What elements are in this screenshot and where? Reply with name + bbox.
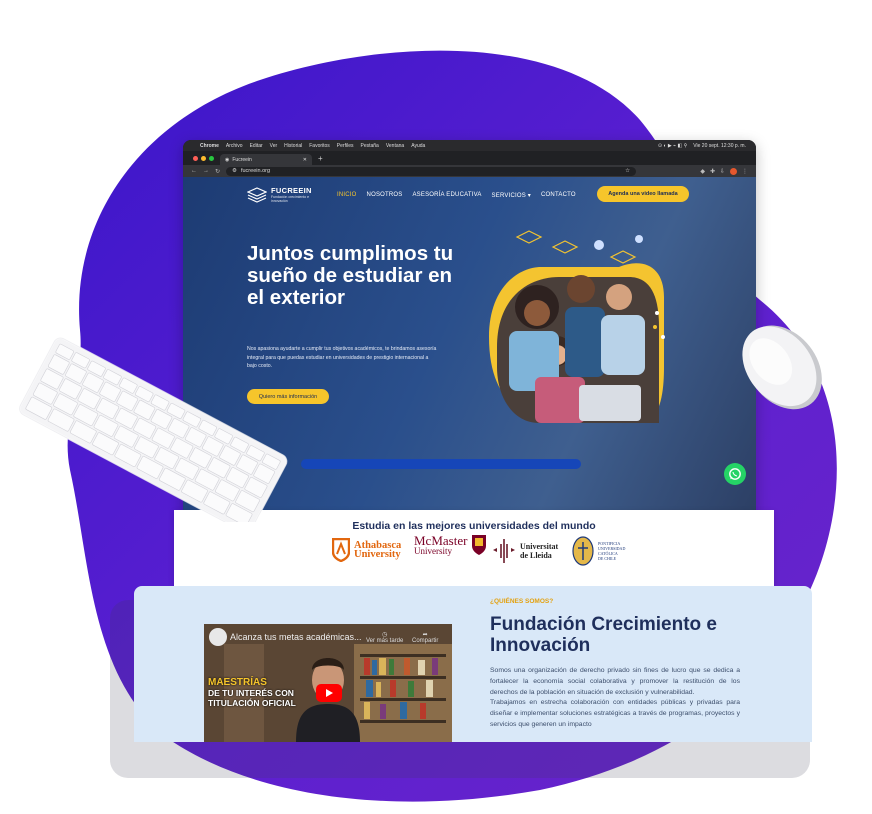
catolica-line4: DE CHILE: [598, 556, 617, 561]
reload-icon[interactable]: ↻: [215, 168, 220, 175]
about-kicker: ¿QUIÉNES SOMOS?: [490, 598, 554, 605]
athabasca-line2: University: [354, 549, 401, 560]
athabasca-shield-icon: [332, 538, 350, 562]
lleida-line1: Universitat: [520, 542, 559, 551]
nav-servicios[interactable]: SERVICIOS ▾: [492, 192, 531, 199]
menu-perfiles[interactable]: Perfiles: [337, 143, 354, 149]
new-tab-icon[interactable]: +: [318, 154, 323, 163]
menu-clock[interactable]: Vie 20 sept. 12:30 p. m.: [693, 143, 746, 149]
menu-app-name[interactable]: Chrome: [200, 143, 219, 149]
menu-ayuda[interactable]: Ayuda: [411, 143, 425, 149]
watch-later-control[interactable]: ◷ Ver más tarde: [366, 631, 403, 644]
url-field[interactable]: ⚙ fucreein.org ☆: [226, 166, 637, 176]
menu-archivo[interactable]: Archivo: [226, 143, 243, 149]
kebab-menu-icon[interactable]: ⋮: [742, 168, 748, 175]
whatsapp-icon[interactable]: [724, 463, 746, 485]
browser-toolbar-icons: ◆ ✚ ⇩ ⋮: [700, 167, 748, 175]
extension-icon[interactable]: ◆: [700, 168, 705, 175]
close-tab-icon[interactable]: ✕: [303, 157, 307, 163]
share-label: Compartir: [412, 638, 439, 644]
logo-title: FUCREEIN: [271, 186, 312, 195]
bookmark-star-icon[interactable]: ☆: [625, 168, 630, 174]
hero-title: Juntos cumplimos tu sueño de estudiar en…: [247, 242, 454, 309]
tab-title: Fucreein: [232, 156, 252, 163]
overlay-line2: DE TU INTERÉS CON: [208, 688, 294, 698]
menu-favoritos[interactable]: Favoritos: [309, 143, 330, 149]
about-title: Fundación Crecimiento e Innovación: [490, 614, 717, 656]
video-overlay-text: MAESTRÍAS DE TU INTERÉS CON TITULACIÓN O…: [208, 677, 296, 709]
site-logo[interactable]: FUCREEIN Fundación crecimiento e innovac…: [247, 186, 317, 203]
logo-books-icon: [247, 186, 267, 203]
overlay-line1: MAESTRÍAS: [208, 677, 267, 688]
browser-tab[interactable]: ◉ Fucreein ✕: [220, 154, 312, 165]
nav-inicio[interactable]: INICIO: [337, 192, 357, 199]
mcmaster-line2: University: [414, 546, 452, 556]
url-text: fucreein.org: [240, 168, 271, 174]
forward-icon[interactable]: →: [203, 168, 209, 174]
youtube-video[interactable]: Alcanza tus metas académicas... ◷ Ver má…: [204, 624, 452, 742]
nav-asesoria[interactable]: ASESORÍA EDUCATIVA: [412, 192, 481, 199]
logo-catolica[interactable]: PONTIFICIA UNIVERSIDAD CATÓLICA DE CHILE: [572, 536, 625, 566]
close-window-icon[interactable]: [193, 155, 198, 161]
channel-avatar[interactable]: [209, 628, 227, 646]
main-menu: INICIO NOSOTROS ASESORÍA EDUCATIVA SERVI…: [337, 192, 576, 199]
clock-icon: ◷: [382, 632, 388, 638]
nav-nosotros[interactable]: NOSOTROS: [367, 192, 403, 199]
share-icon: ➦: [422, 632, 428, 638]
site-nav: FUCREEIN Fundación crecimiento e innovac…: [183, 177, 756, 211]
about-paragraph-2: Trabajamos en estrecha colaboración con …: [490, 699, 740, 728]
keyboard-image: [18, 337, 288, 522]
logo-athabasca[interactable]: Athabasca University: [332, 538, 401, 562]
menu-pestana[interactable]: Pestaña: [360, 143, 378, 149]
window-controls: [193, 155, 214, 161]
browser-tab-bar: ◉ Fucreein ✕ +: [183, 151, 756, 165]
video-title[interactable]: Alcanza tus metas académicas...: [230, 632, 362, 642]
menu-ventana[interactable]: Ventana: [386, 143, 404, 149]
share-control[interactable]: ➦ Compartir: [412, 631, 438, 644]
composition: Chrome Archivo Editar Ver Historial Favo…: [0, 0, 872, 814]
students-photo: [489, 230, 665, 423]
about-body: Somos una organización de derecho privad…: [490, 666, 740, 731]
youtube-play-icon[interactable]: [316, 684, 342, 702]
whatsapp-glyph-icon: [729, 468, 741, 480]
mac-menu-bar: Chrome Archivo Editar Ver Historial Favo…: [183, 140, 756, 151]
mcmaster-crest-icon: [472, 535, 487, 555]
chevron-down-icon: ▾: [527, 193, 532, 199]
address-bar-row: ← → ↻ ⚙ fucreein.org ☆ ◆ ✚ ⇩ ⋮: [183, 165, 756, 177]
status-icons[interactable]: ⊙ ◐ ▶ ⌁ ◧ ⚲: [658, 143, 687, 149]
puzzle-icon[interactable]: ✚: [710, 168, 715, 175]
back-icon[interactable]: ←: [191, 168, 197, 174]
nav-contacto[interactable]: CONTACTO: [541, 192, 576, 199]
play-triangle-icon: [326, 689, 333, 697]
watch-later-label: Ver más tarde: [366, 638, 404, 644]
menu-ver[interactable]: Ver: [270, 143, 278, 149]
overlay-line3: TITULACIÓN OFICIAL: [208, 698, 296, 708]
schedule-call-button[interactable]: Agenda una video llamada: [597, 186, 689, 202]
minimize-window-icon[interactable]: [201, 155, 206, 161]
about-paragraph-1: Somos una organización de derecho privad…: [490, 667, 740, 696]
nav-servicios-label: SERVICIOS: [491, 193, 526, 199]
lleida-line2: de Lleida: [520, 551, 552, 560]
mouse-image: [742, 325, 822, 410]
menu-editar[interactable]: Editar: [250, 143, 263, 149]
section-divider-bar: [301, 459, 581, 469]
catolica-seal-icon: [572, 536, 594, 566]
zoom-window-icon[interactable]: [209, 155, 214, 161]
site-info-icon[interactable]: ⚙: [232, 168, 237, 174]
profile-avatar-icon[interactable]: [730, 167, 737, 175]
lleida-emblem-icon: [493, 539, 515, 563]
download-icon[interactable]: ⇩: [720, 168, 725, 175]
menu-historial[interactable]: Historial: [284, 143, 302, 149]
logo-lleida[interactable]: Universitat de Lleida: [492, 538, 558, 564]
favicon-icon: ◉: [225, 156, 230, 163]
logo-subtitle: Fundación crecimiento e innovación: [271, 195, 310, 203]
about-section: Alcanza tus metas académicas... ◷ Ver má…: [134, 586, 812, 742]
logo-mcmaster[interactable]: McMaster University: [414, 534, 487, 556]
